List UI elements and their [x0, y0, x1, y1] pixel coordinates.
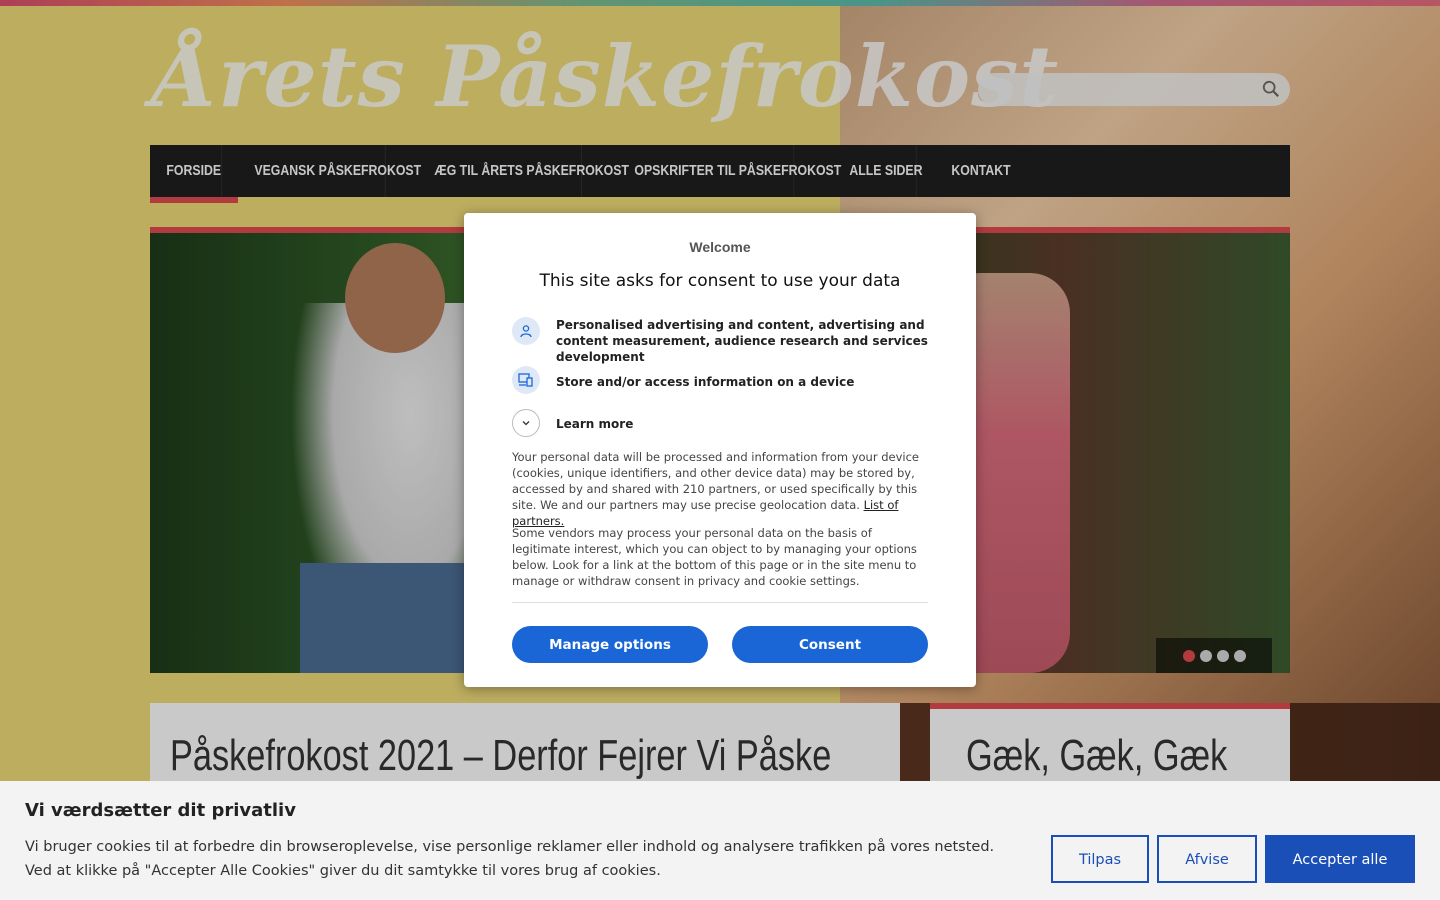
- consent-purpose-text: Store and/or access information on a dev…: [556, 375, 855, 389]
- cookie-banner-title: Vi værdsætter dit privatliv: [25, 800, 296, 821]
- devices-icon: [512, 366, 540, 394]
- cookie-accept-all-button[interactable]: Accepter alle: [1265, 835, 1415, 883]
- cookie-reject-button[interactable]: Afvise: [1157, 835, 1257, 883]
- consent-dialog: Welcome This site asks for consent to us…: [464, 213, 976, 687]
- consent-paragraph-1-text: Your personal data will be processed and…: [512, 450, 920, 512]
- manage-options-button[interactable]: Manage options: [512, 626, 708, 663]
- chevron-down-icon[interactable]: [512, 409, 540, 437]
- consent-divider: [512, 602, 928, 603]
- consent-paragraph-1: Your personal data will be processed and…: [512, 449, 928, 529]
- consent-title: This site asks for consent to use your d…: [539, 271, 901, 291]
- consent-welcome: Welcome: [689, 239, 751, 255]
- consent-button[interactable]: Consent: [732, 626, 928, 663]
- consent-purpose-text: Personalised advertising and content, ad…: [556, 318, 928, 364]
- cookie-banner-text: Vi bruger cookies til at forbedre din br…: [25, 839, 995, 879]
- consent-paragraph-2: Some vendors may process your personal d…: [512, 526, 917, 588]
- cookie-banner: Vi værdsætter dit privatliv Vi bruger co…: [0, 781, 1440, 900]
- cookie-customize-button[interactable]: Tilpas: [1051, 835, 1149, 883]
- learn-more-label[interactable]: Learn more: [556, 416, 936, 432]
- person-icon: [512, 317, 540, 345]
